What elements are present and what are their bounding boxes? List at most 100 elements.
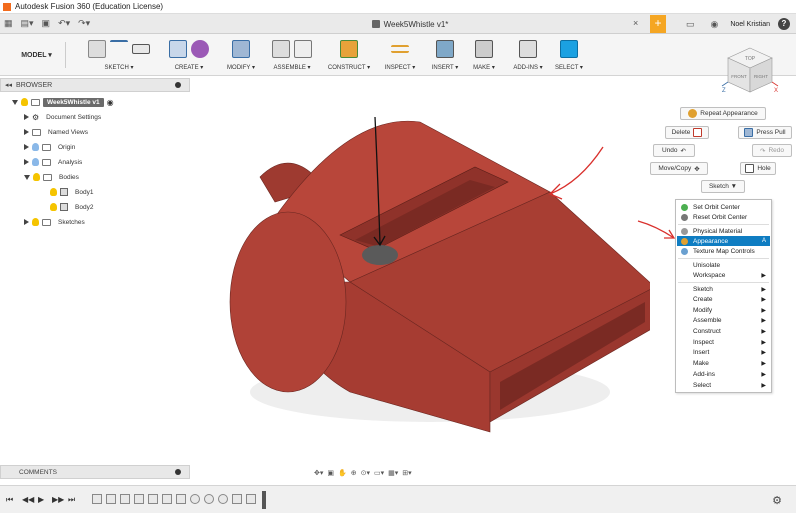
move-copy-button[interactable]: Move/Copy ✥: [650, 162, 708, 175]
create-group[interactable]: CREATE ▾: [162, 37, 216, 75]
pattern-icon[interactable]: [191, 40, 209, 58]
expand-icon[interactable]: [24, 159, 29, 165]
collapse-icon[interactable]: ◂◂: [5, 81, 12, 89]
menu-item-appearance[interactable]: Appearance A: [677, 236, 770, 246]
addins-group[interactable]: ADD-INS ▾: [506, 37, 550, 75]
undo-icon[interactable]: ↶▾: [54, 15, 74, 33]
tree-item-label[interactable]: Document Settings: [42, 113, 105, 122]
3d-print-icon[interactable]: [475, 40, 493, 58]
comments-pin-icon[interactable]: [175, 469, 181, 475]
tree-item-sketches[interactable]: Sketches: [24, 216, 89, 228]
tree-item-bodies[interactable]: Bodies: [24, 171, 83, 183]
extrude-icon[interactable]: [169, 40, 187, 58]
help-icon[interactable]: ?: [778, 18, 790, 30]
timeline-extrude-icon[interactable]: [148, 494, 158, 504]
model-viewport[interactable]: [190, 92, 650, 467]
insert-group[interactable]: INSERT ▾: [426, 37, 464, 75]
job-status-icon[interactable]: ▭: [682, 15, 699, 33]
tree-item-label[interactable]: Origin: [54, 143, 79, 152]
menu-item-create[interactable]: Create ▶: [677, 294, 770, 304]
go-to-end-icon[interactable]: ⏭: [68, 495, 75, 505]
timeline-extrude-icon[interactable]: [106, 494, 116, 504]
timeline-extrude-icon[interactable]: [120, 494, 130, 504]
expand-icon[interactable]: [12, 99, 18, 105]
clock-icon[interactable]: ◉: [706, 15, 722, 33]
tree-item-label[interactable]: Analysis: [54, 158, 86, 167]
grid-menu-icon[interactable]: ▦: [0, 15, 17, 33]
step-forward-icon[interactable]: ▶▶: [52, 495, 64, 504]
measure-icon[interactable]: [391, 45, 409, 53]
menu-item-inspect[interactable]: Inspect ▶: [677, 337, 770, 347]
new-component-icon[interactable]: [272, 40, 290, 58]
menu-item-sketch[interactable]: Sketch ▶: [677, 284, 770, 294]
tree-item-named-views[interactable]: Named Views: [24, 126, 92, 138]
look-at-icon[interactable]: ▣: [327, 469, 334, 477]
hole-button[interactable]: Hole: [740, 162, 776, 175]
visibility-bulb-icon[interactable]: [32, 158, 39, 166]
menu-item-insert[interactable]: Insert ▶: [677, 347, 770, 357]
tree-item-body1[interactable]: Body1: [50, 186, 97, 198]
line-icon[interactable]: [110, 40, 128, 58]
select-cursor-icon[interactable]: [560, 40, 578, 58]
zoom-window-icon[interactable]: ⊙▾: [361, 469, 370, 477]
sketch-group[interactable]: SKETCH ▾: [80, 37, 158, 75]
menu-item-select[interactable]: Select ▶: [677, 380, 770, 390]
expand-icon[interactable]: [24, 219, 29, 225]
file-menu-icon[interactable]: ▤▾: [17, 15, 38, 33]
new-tab-button[interactable]: +: [650, 15, 666, 33]
visibility-bulb-icon[interactable]: [21, 98, 28, 106]
menu-item-add-ins[interactable]: Add-ins ▶: [677, 369, 770, 379]
document-tab[interactable]: Week5Whistle v1*: [200, 14, 620, 34]
modify-group[interactable]: MODIFY ▾: [222, 37, 260, 75]
timeline-extrude-icon[interactable]: [176, 494, 186, 504]
menu-item-texture-map-controls[interactable]: Texture Map Controls: [677, 246, 770, 256]
timeline-sketch-icon[interactable]: [232, 494, 242, 504]
workspace-switcher[interactable]: MODEL ▾: [8, 42, 66, 68]
tree-item-label[interactable]: Body2: [71, 203, 97, 212]
menu-item-assemble[interactable]: Assemble ▶: [677, 315, 770, 325]
rectangle-icon[interactable]: [132, 44, 150, 54]
tree-item-body2[interactable]: Body2: [50, 201, 97, 213]
redo-button[interactable]: ↷ Redo: [752, 144, 792, 157]
expand-icon[interactable]: [24, 144, 29, 150]
timeline-fillet-icon[interactable]: [190, 494, 200, 504]
visibility-bulb-icon[interactable]: [50, 188, 57, 196]
scripts-icon[interactable]: [519, 40, 537, 58]
menu-item-set-orbit-center[interactable]: Set Orbit Center: [677, 202, 770, 212]
inspect-group[interactable]: INSPECT ▾: [380, 37, 420, 75]
press-pull-icon[interactable]: [232, 40, 250, 58]
menu-item-unisolate[interactable]: Unisolate: [677, 260, 770, 270]
tree-item-analysis[interactable]: Analysis: [24, 156, 86, 168]
tree-root[interactable]: Week5Whistle v1 ◉: [12, 96, 114, 108]
select-group[interactable]: SELECT ▾: [553, 37, 585, 75]
orbit-icon[interactable]: ✥▾: [314, 469, 323, 477]
timeline-fillet-icon[interactable]: [218, 494, 228, 504]
menu-item-reset-orbit-center[interactable]: Reset Orbit Center: [677, 212, 770, 222]
sketch-dropdown-button[interactable]: Sketch ▼: [701, 180, 745, 193]
tree-item-label[interactable]: Named Views: [44, 128, 92, 137]
tree-item-label[interactable]: Week5Whistle v1: [43, 97, 104, 107]
go-to-start-icon[interactable]: ⏮: [6, 495, 13, 505]
make-group[interactable]: MAKE ▾: [469, 37, 499, 75]
user-name[interactable]: Noel Kristian: [730, 21, 770, 28]
timeline-sketch-icon[interactable]: [134, 494, 144, 504]
undo-button[interactable]: Undo ↶: [653, 144, 695, 157]
activate-radio-icon[interactable]: ◉: [107, 98, 114, 107]
menu-item-construct[interactable]: Construct ▶: [677, 326, 770, 336]
step-back-icon[interactable]: ◀◀: [22, 495, 34, 504]
construct-group[interactable]: CONSTRUCT ▾: [324, 37, 374, 75]
viewcube[interactable]: TOP FRONT RIGHT Z X: [720, 40, 780, 100]
repeat-appearance-button[interactable]: Repeat Appearance: [680, 107, 766, 120]
tree-item-label[interactable]: Body1: [71, 188, 97, 197]
visibility-bulb-icon[interactable]: [33, 173, 40, 181]
joint-icon[interactable]: [294, 40, 312, 58]
play-icon[interactable]: ▶: [38, 495, 44, 504]
grid-settings-icon[interactable]: ▦▾: [388, 469, 398, 477]
browser-header[interactable]: ◂◂ BROWSER: [0, 78, 190, 92]
comments-panel[interactable]: COMMENTS: [0, 465, 190, 479]
insert-image-icon[interactable]: [436, 40, 454, 58]
tab-close-icon[interactable]: ×: [633, 18, 638, 28]
visibility-bulb-icon[interactable]: [32, 218, 39, 226]
viewports-icon[interactable]: ⊞▾: [402, 469, 411, 477]
zoom-icon[interactable]: ⊕: [351, 469, 357, 477]
